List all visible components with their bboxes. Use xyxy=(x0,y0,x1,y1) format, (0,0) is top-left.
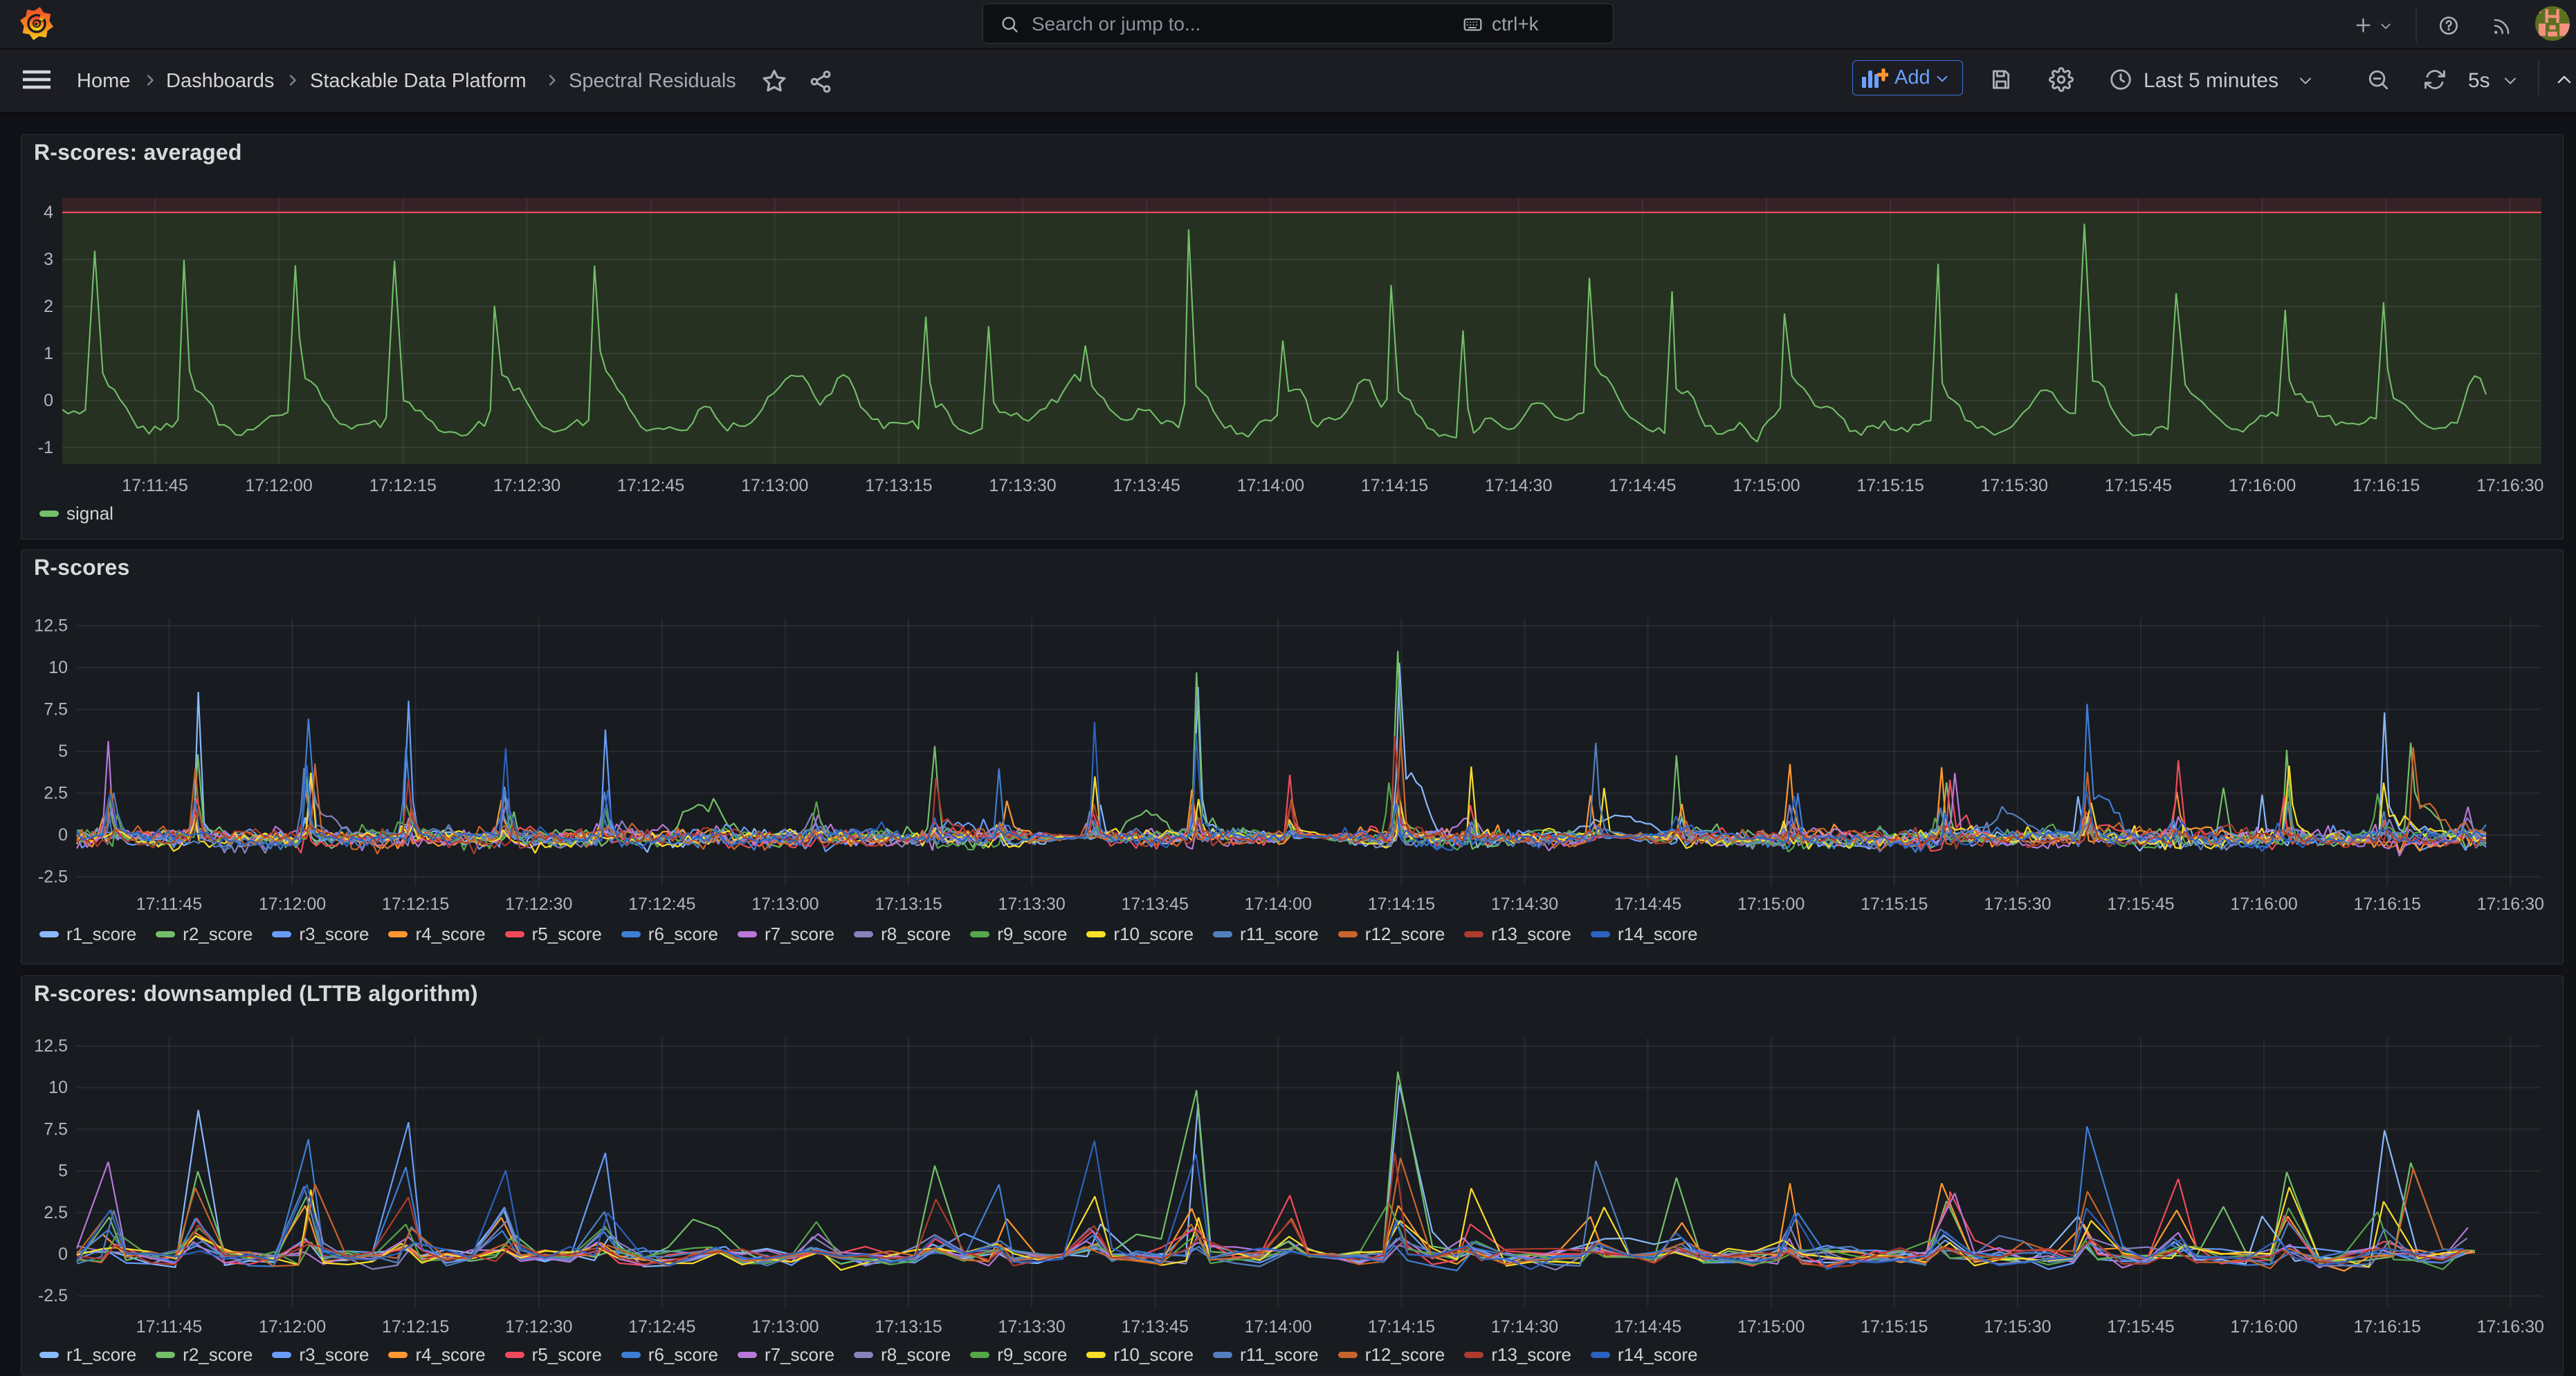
svg-text:17:15:00: 17:15:00 xyxy=(1737,895,1805,914)
svg-text:17:12:30: 17:12:30 xyxy=(505,1317,572,1337)
svg-text:17:14:00: 17:14:00 xyxy=(1245,895,1312,914)
svg-text:10: 10 xyxy=(48,1078,68,1097)
svg-text:0: 0 xyxy=(44,391,53,410)
svg-text:5: 5 xyxy=(58,742,68,761)
svg-text:2.5: 2.5 xyxy=(44,784,68,803)
svg-text:17:14:45: 17:14:45 xyxy=(1614,895,1681,914)
svg-text:17:15:45: 17:15:45 xyxy=(2105,476,2172,495)
svg-text:4: 4 xyxy=(44,203,53,222)
svg-text:17:15:30: 17:15:30 xyxy=(1984,895,2051,914)
svg-text:17:13:45: 17:13:45 xyxy=(1122,895,1189,914)
svg-text:17:12:45: 17:12:45 xyxy=(617,476,684,495)
svg-text:17:12:00: 17:12:00 xyxy=(259,1317,326,1337)
svg-text:17:14:30: 17:14:30 xyxy=(1485,476,1552,495)
svg-text:17:12:15: 17:12:15 xyxy=(369,476,437,495)
svg-text:17:16:30: 17:16:30 xyxy=(2477,895,2544,914)
svg-text:17:16:00: 17:16:00 xyxy=(2229,476,2296,495)
svg-text:17:12:00: 17:12:00 xyxy=(245,476,312,495)
svg-text:17:12:45: 17:12:45 xyxy=(628,1317,695,1337)
svg-text:17:15:30: 17:15:30 xyxy=(1984,1317,2051,1337)
svg-text:17:12:15: 17:12:15 xyxy=(382,1317,449,1337)
svg-text:17:12:30: 17:12:30 xyxy=(493,476,560,495)
svg-text:17:16:00: 17:16:00 xyxy=(2230,895,2297,914)
svg-text:17:12:00: 17:12:00 xyxy=(259,895,326,914)
svg-text:17:14:30: 17:14:30 xyxy=(1491,1317,1558,1337)
svg-text:17:13:15: 17:13:15 xyxy=(865,476,932,495)
svg-text:17:14:00: 17:14:00 xyxy=(1237,476,1304,495)
svg-text:1: 1 xyxy=(44,344,53,363)
svg-text:0: 0 xyxy=(58,825,68,845)
svg-text:17:13:15: 17:13:15 xyxy=(875,1317,942,1337)
svg-text:17:15:15: 17:15:15 xyxy=(1861,895,1928,914)
svg-text:17:11:45: 17:11:45 xyxy=(122,476,188,495)
svg-text:17:13:30: 17:13:30 xyxy=(989,476,1056,495)
svg-text:17:16:15: 17:16:15 xyxy=(2354,895,2421,914)
svg-text:12.5: 12.5 xyxy=(34,1036,68,1056)
svg-text:17:15:15: 17:15:15 xyxy=(1861,1317,1928,1337)
svg-text:17:13:00: 17:13:00 xyxy=(751,1317,819,1337)
svg-text:17:11:45: 17:11:45 xyxy=(136,1317,202,1337)
svg-text:17:12:15: 17:12:15 xyxy=(382,895,449,914)
svg-text:17:15:15: 17:15:15 xyxy=(1856,476,1924,495)
svg-text:7.5: 7.5 xyxy=(44,1119,68,1139)
svg-text:17:15:00: 17:15:00 xyxy=(1737,1317,1805,1337)
svg-text:0: 0 xyxy=(58,1245,68,1264)
svg-text:17:12:30: 17:12:30 xyxy=(505,895,572,914)
svg-text:17:13:30: 17:13:30 xyxy=(998,895,1065,914)
svg-text:17:16:15: 17:16:15 xyxy=(2353,476,2420,495)
svg-text:17:16:30: 17:16:30 xyxy=(2476,476,2543,495)
svg-text:17:13:00: 17:13:00 xyxy=(751,895,819,914)
svg-text:17:15:45: 17:15:45 xyxy=(2107,1317,2174,1337)
svg-text:12.5: 12.5 xyxy=(34,616,68,636)
svg-text:3: 3 xyxy=(44,250,53,269)
svg-text:17:11:45: 17:11:45 xyxy=(136,895,202,914)
svg-text:17:14:45: 17:14:45 xyxy=(1614,1317,1681,1337)
svg-text:17:13:00: 17:13:00 xyxy=(741,476,808,495)
svg-text:17:15:00: 17:15:00 xyxy=(1733,476,1800,495)
svg-text:-1: -1 xyxy=(38,438,53,457)
svg-text:17:13:15: 17:13:15 xyxy=(875,895,942,914)
svg-text:17:14:15: 17:14:15 xyxy=(1368,895,1435,914)
svg-text:17:13:45: 17:13:45 xyxy=(1113,476,1180,495)
svg-text:17:14:45: 17:14:45 xyxy=(1609,476,1676,495)
svg-text:17:16:15: 17:16:15 xyxy=(2354,1317,2421,1337)
svg-text:-2.5: -2.5 xyxy=(38,1286,68,1305)
svg-text:10: 10 xyxy=(48,658,68,677)
svg-text:17:14:00: 17:14:00 xyxy=(1245,1317,1312,1337)
svg-text:17:15:45: 17:15:45 xyxy=(2107,895,2174,914)
svg-text:17:14:15: 17:14:15 xyxy=(1368,1317,1435,1337)
svg-text:5: 5 xyxy=(58,1162,68,1181)
svg-text:17:16:30: 17:16:30 xyxy=(2477,1317,2544,1337)
svg-text:17:12:45: 17:12:45 xyxy=(628,895,695,914)
svg-text:2.5: 2.5 xyxy=(44,1203,68,1222)
svg-text:17:13:45: 17:13:45 xyxy=(1122,1317,1189,1337)
svg-text:17:16:00: 17:16:00 xyxy=(2230,1317,2297,1337)
svg-text:17:14:15: 17:14:15 xyxy=(1361,476,1428,495)
svg-text:7.5: 7.5 xyxy=(44,700,68,719)
svg-text:17:13:30: 17:13:30 xyxy=(998,1317,1065,1337)
svg-text:2: 2 xyxy=(44,297,53,316)
svg-text:17:15:30: 17:15:30 xyxy=(1981,476,2048,495)
svg-text:17:14:30: 17:14:30 xyxy=(1491,895,1558,914)
svg-text:-2.5: -2.5 xyxy=(38,868,68,887)
